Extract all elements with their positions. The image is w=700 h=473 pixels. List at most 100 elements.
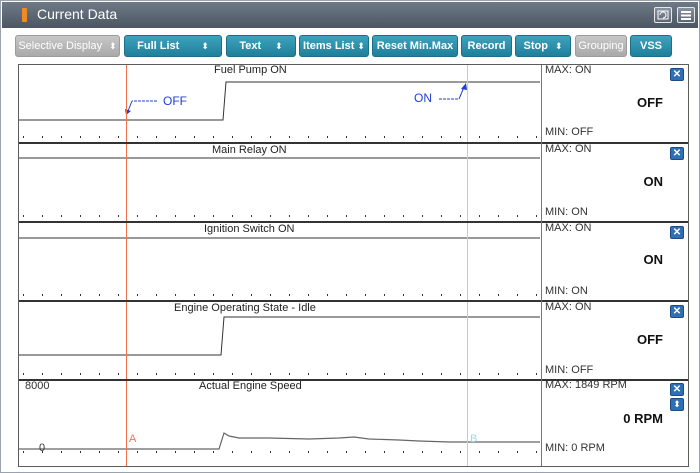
tick-mark bbox=[251, 294, 252, 296]
cursor-b-line[interactable] bbox=[467, 65, 468, 466]
tick-mark bbox=[479, 215, 480, 217]
tick-mark bbox=[42, 136, 43, 138]
grouping-button[interactable]: Grouping bbox=[575, 35, 627, 57]
tick-mark bbox=[99, 136, 100, 138]
full-list-select[interactable]: Full List ⬍ bbox=[124, 35, 222, 57]
close-panel-button[interactable]: ✕ bbox=[670, 147, 684, 160]
close-panel-button[interactable]: ✕ bbox=[670, 383, 684, 396]
stop-select[interactable]: Stop ⬍ bbox=[515, 35, 571, 57]
tick-mark bbox=[346, 215, 347, 217]
cursor-a-line[interactable] bbox=[126, 65, 127, 466]
record-button[interactable]: Record bbox=[461, 35, 512, 57]
tick-mark bbox=[422, 294, 423, 296]
tick-mark bbox=[270, 373, 271, 375]
tick-mark bbox=[327, 373, 328, 375]
panel-title: Fuel Pump ON bbox=[214, 64, 287, 76]
tick-mark bbox=[308, 136, 309, 138]
min-label: MIN: OFF bbox=[545, 364, 594, 376]
selective-display-select[interactable]: Selective Display ⬍ bbox=[15, 35, 120, 57]
reset-min-max-button[interactable]: Reset Min.Max bbox=[372, 35, 458, 57]
tick-mark bbox=[403, 294, 404, 296]
tick-mark bbox=[23, 136, 24, 138]
max-label: MAX: ON bbox=[545, 301, 592, 313]
tick-mark bbox=[194, 294, 195, 296]
tick-mark bbox=[156, 373, 157, 375]
tick-mark bbox=[460, 451, 461, 453]
time-ticks bbox=[19, 373, 540, 377]
tick-mark bbox=[460, 373, 461, 375]
menu-icon[interactable] bbox=[677, 7, 695, 23]
tick-mark bbox=[346, 373, 347, 375]
tick-mark bbox=[536, 215, 537, 217]
tick-mark bbox=[403, 451, 404, 453]
vss-button[interactable]: VSS bbox=[630, 35, 672, 57]
max-label: MAX: ON bbox=[545, 222, 592, 234]
tick-mark bbox=[384, 451, 385, 453]
tick-mark bbox=[194, 215, 195, 217]
tick-mark bbox=[308, 215, 309, 217]
tick-mark bbox=[251, 136, 252, 138]
tick-mark bbox=[536, 373, 537, 375]
graph-area: A B OFF ON Fuel Pump ON MAX: ON OFF MIN:… bbox=[18, 64, 689, 467]
close-panel-button[interactable]: ✕ bbox=[670, 68, 684, 81]
tick-mark bbox=[23, 294, 24, 296]
tick-mark bbox=[403, 373, 404, 375]
tick-mark bbox=[289, 373, 290, 375]
full-list-label: Full List bbox=[137, 40, 180, 52]
fuel-pump-trace bbox=[19, 81, 540, 121]
tick-mark bbox=[422, 136, 423, 138]
tick-mark bbox=[346, 136, 347, 138]
tick-mark bbox=[251, 373, 252, 375]
tick-mark bbox=[517, 215, 518, 217]
tick-mark bbox=[498, 215, 499, 217]
text-select[interactable]: Text ⬍ bbox=[226, 35, 296, 57]
current-value: OFF bbox=[637, 95, 663, 110]
tick-mark bbox=[156, 215, 157, 217]
max-label: MAX: 1849 RPM bbox=[545, 379, 627, 391]
stop-caret-icon: ⬍ bbox=[554, 40, 563, 51]
on-annotation: ON bbox=[414, 91, 432, 105]
time-ticks bbox=[19, 136, 540, 140]
tick-mark bbox=[517, 136, 518, 138]
tick-mark bbox=[137, 451, 138, 453]
panel-title: Main Relay ON bbox=[212, 144, 287, 156]
tick-mark bbox=[517, 294, 518, 296]
tick-mark bbox=[308, 451, 309, 453]
tick-mark bbox=[80, 215, 81, 217]
tick-mark bbox=[175, 373, 176, 375]
close-panel-button[interactable]: ✕ bbox=[670, 226, 684, 239]
selective-display-caret-icon: ⬍ bbox=[109, 40, 117, 51]
tick-mark bbox=[61, 215, 62, 217]
items-list-select[interactable]: Items List ⬍ bbox=[299, 35, 369, 57]
tick-mark bbox=[327, 294, 328, 296]
close-panel-button[interactable]: ✕ bbox=[670, 305, 684, 318]
scroll-arrows-icon[interactable]: ⬍ bbox=[670, 398, 684, 411]
tick-mark bbox=[536, 136, 537, 138]
tick-mark bbox=[61, 136, 62, 138]
tick-mark bbox=[270, 136, 271, 138]
tick-mark bbox=[365, 373, 366, 375]
tick-mark bbox=[384, 294, 385, 296]
tick-mark bbox=[498, 136, 499, 138]
full-list-caret-icon: ⬍ bbox=[201, 40, 209, 51]
items-list-label: Items List bbox=[303, 40, 355, 52]
tick-mark bbox=[365, 294, 366, 296]
tick-mark bbox=[441, 451, 442, 453]
tick-mark bbox=[479, 136, 480, 138]
max-label: MAX: ON bbox=[545, 64, 592, 76]
tick-mark bbox=[365, 451, 366, 453]
current-value: ON bbox=[643, 174, 664, 189]
tick-mark bbox=[156, 294, 157, 296]
tick-mark bbox=[175, 215, 176, 217]
tick-mark bbox=[498, 373, 499, 375]
cursor-a-label: A bbox=[129, 433, 137, 445]
tick-mark bbox=[251, 215, 252, 217]
tick-mark bbox=[232, 215, 233, 217]
max-label: MAX: ON bbox=[545, 143, 592, 155]
retry-icon[interactable] bbox=[654, 7, 672, 23]
on-arrow-icon bbox=[439, 83, 467, 100]
time-ticks bbox=[19, 451, 540, 455]
time-ticks bbox=[19, 294, 540, 298]
tick-mark bbox=[80, 451, 81, 453]
tick-mark bbox=[270, 215, 271, 217]
